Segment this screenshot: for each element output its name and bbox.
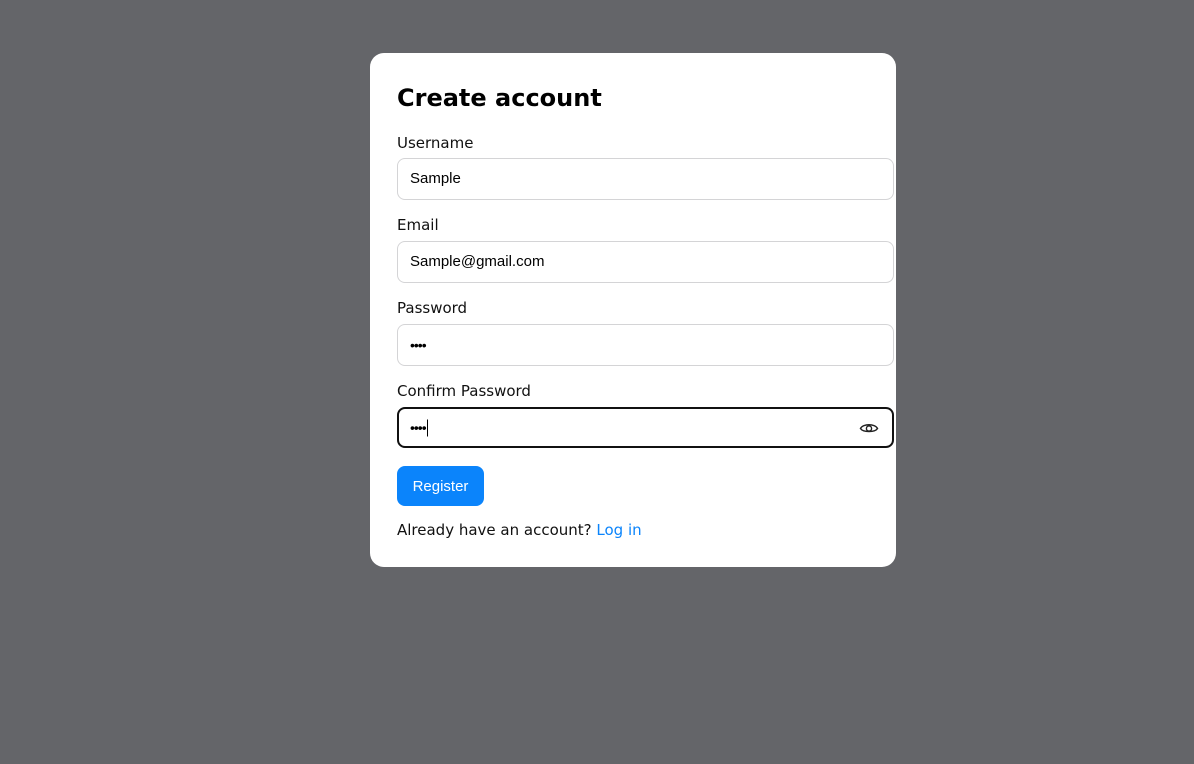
email-value: Sample@gmail.com [410,253,545,270]
text-caret [426,419,428,437]
username-label: Username [397,134,474,152]
confirm-password-value: •••• [410,419,427,435]
login-prompt-text: Already have an account? [397,521,592,539]
register-card: Create account Username Sample Email Sam… [370,53,896,567]
eye-icon[interactable] [859,420,879,436]
username-value: Sample [410,170,461,187]
confirm-password-content: •••• [410,417,428,438]
register-button[interactable]: Register [397,466,484,506]
email-label: Email [397,216,439,234]
username-field[interactable]: Sample [397,158,894,200]
page-title: Create account [397,84,602,112]
password-value: •••• [410,337,427,353]
email-field[interactable]: Sample@gmail.com [397,241,894,283]
confirm-password-field[interactable]: •••• [397,407,894,448]
password-label: Password [397,299,468,317]
login-link[interactable]: Log in [596,521,641,539]
confirm-password-label: Confirm Password [397,382,531,400]
login-prompt: Already have an account? Log in [397,520,642,540]
password-field[interactable]: •••• [397,324,894,366]
